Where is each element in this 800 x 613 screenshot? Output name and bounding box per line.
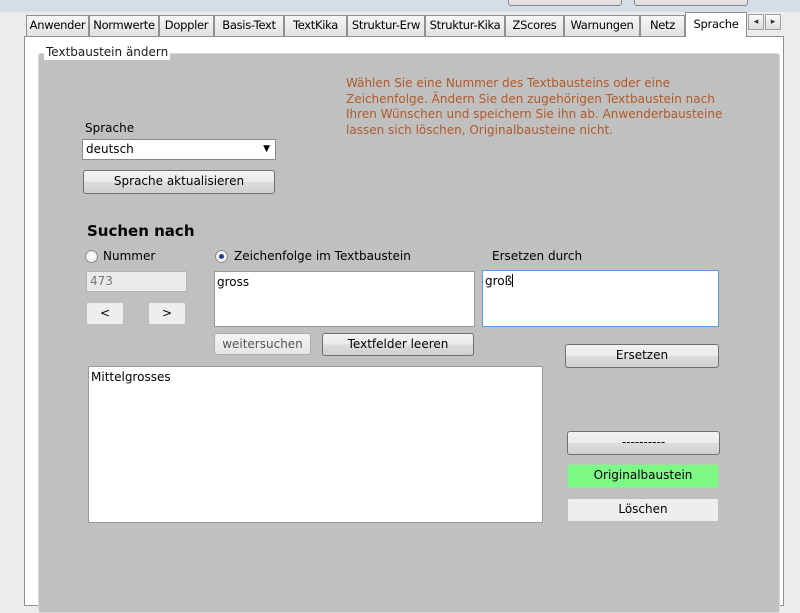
clear-fields-button[interactable]: Textfelder leeren	[322, 333, 474, 356]
tab-struktur-kika[interactable]: Struktur-Kika	[425, 15, 505, 36]
replace-string-field[interactable]: groß	[482, 270, 719, 327]
hint-text: Wählen Sie eine Nummer des Textbausteins…	[346, 76, 723, 137]
tab-normwerte[interactable]: Normwerte	[89, 15, 159, 36]
language-select[interactable]: deutsch ▼	[82, 139, 276, 160]
language-label: Sprache	[85, 121, 135, 135]
top-button-right[interactable]	[634, 0, 748, 6]
tab-struktur-erw[interactable]: Struktur-Erw	[347, 15, 425, 36]
search-string-field[interactable]: gross	[214, 271, 475, 327]
tab-scroll-left-icon[interactable]: ◂	[748, 14, 764, 30]
replace-button[interactable]: Ersetzen	[565, 344, 719, 368]
tab-netz[interactable]: Netz	[640, 15, 685, 36]
delete-button[interactable]: Löschen	[567, 498, 719, 522]
string-radio-label[interactable]: Zeichenfolge im Textbaustein	[234, 249, 411, 264]
number-radio[interactable]	[85, 250, 98, 263]
text-cursor	[512, 274, 514, 287]
continue-search-button[interactable]: weitersuchen	[214, 333, 311, 355]
string-radio[interactable]	[215, 250, 228, 263]
textbaustein-editor[interactable]: Mittelgrosses	[88, 366, 543, 523]
top-button-left[interactable]	[508, 0, 622, 6]
original-button[interactable]: Originalbaustein	[567, 464, 719, 488]
tab-doppler[interactable]: Doppler	[159, 15, 214, 36]
language-select-value: deutsch	[86, 142, 134, 156]
separator-button[interactable]: ----------	[567, 431, 720, 455]
tab-warnungen[interactable]: Warnungen	[564, 15, 640, 36]
tab-basis-text[interactable]: Basis-Text	[214, 15, 284, 36]
tab-anwender[interactable]: Anwender	[26, 15, 89, 36]
update-language-button[interactable]: Sprache aktualisieren	[83, 170, 275, 194]
tab-scroll-right-icon[interactable]: ▸	[765, 14, 781, 30]
number-radio-label[interactable]: Nummer	[103, 249, 155, 264]
replace-label: Ersetzen durch	[492, 249, 583, 263]
tab-textkika[interactable]: TextKika	[284, 15, 347, 36]
next-button[interactable]: >	[148, 302, 186, 325]
dropdown-arrow-icon[interactable]: ▼	[263, 140, 270, 159]
previous-button[interactable]: <	[86, 302, 124, 325]
search-heading: Suchen nach	[87, 222, 195, 240]
number-input[interactable]: 473	[86, 271, 187, 292]
tab-strip: Anwender Normwerte Doppler Basis-Text Te…	[22, 12, 786, 37]
replace-string-value: groß	[485, 274, 513, 288]
tab-zscores[interactable]: ZScores	[505, 15, 564, 36]
group-title: Textbaustein ändern	[44, 45, 171, 60]
tab-sprache[interactable]: Sprache	[685, 12, 747, 37]
